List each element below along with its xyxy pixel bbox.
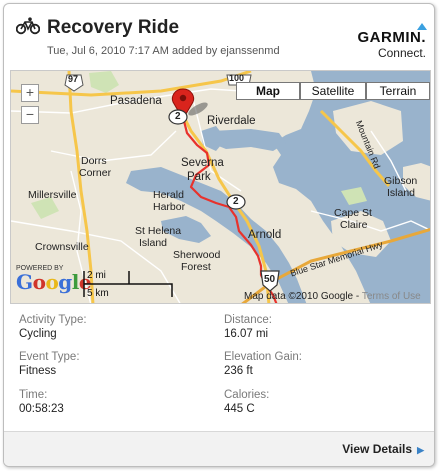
place-pasadena: Pasadena [110, 95, 162, 107]
activity-title[interactable]: Recovery Ride [47, 17, 179, 39]
stat-value: 445 C [224, 403, 255, 415]
activity-subtitle: Tue, Jul 6, 2010 7:17 AM added by ejanss… [47, 45, 280, 57]
garmin-word: GARMIN. [357, 29, 426, 46]
map-type-map-button[interactable]: Map [236, 82, 300, 100]
place-harbor: Harbor [153, 201, 186, 213]
stat-label: Distance: [224, 314, 272, 326]
place-crownsville: Crownsville [35, 241, 89, 253]
place-sherwood: Sherwood [173, 249, 221, 261]
map-attribution: Map data ©2010 Google - Terms of Use [244, 291, 421, 302]
route-map[interactable]: 100 97 2 2 50 Pasadena Riverdale Severna… [10, 70, 431, 304]
stat-activity-type: Activity Type: Cycling [19, 314, 87, 340]
google-word: Google [16, 270, 92, 294]
bicycle-icon [16, 17, 40, 35]
stat-label: Activity Type: [19, 314, 87, 326]
google-logo[interactable]: POWERED BY Google [16, 265, 92, 294]
arrow-right-icon: ▶ [417, 445, 424, 455]
place-herald: Herald [153, 189, 184, 201]
garmin-triangle-icon [417, 23, 427, 30]
map-type-satellite-button[interactable]: Satellite [300, 82, 366, 100]
route-97-label: 97 [68, 74, 79, 84]
place-st-helena: St Helena [135, 225, 182, 237]
place-millersville: Millersville [28, 189, 77, 201]
place-claire: Claire [340, 219, 368, 231]
stat-value: 16.07 mi [224, 328, 269, 340]
activity-card: Recovery Ride Tue, Jul 6, 2010 7:17 AM a… [3, 3, 435, 467]
terms-of-use-link[interactable]: Terms of Use [362, 291, 421, 302]
place-park: Park [187, 171, 211, 183]
route-50-label: 50 [264, 274, 276, 285]
stat-elevation-gain: Elevation Gain: 236 ft [224, 351, 302, 377]
stat-value: Cycling [19, 328, 57, 340]
connect-word: Connect. [377, 46, 426, 60]
zoom-out-button[interactable]: − [21, 106, 39, 124]
stat-value: 236 ft [224, 365, 253, 377]
stat-label: Time: [19, 389, 48, 401]
zoom-controls: + − [21, 84, 39, 128]
view-details-label: View Details [342, 442, 413, 456]
card-footer: View Details ▶ [4, 431, 434, 466]
place-cape-st: Cape St [334, 207, 372, 219]
place-riverdale: Riverdale [207, 115, 256, 127]
place-arnold: Arnold [248, 229, 282, 241]
stat-label: Event Type: [19, 351, 80, 363]
garmin-connect-logo[interactable]: GARMIN. Connect. [357, 23, 427, 60]
map-type-switcher: Map Satellite Terrain [236, 82, 430, 100]
stat-event-type: Event Type: Fitness [19, 351, 80, 377]
place-forest: Forest [181, 261, 211, 273]
map-data-text: Map data ©2010 Google - [244, 291, 360, 302]
place-gibson-island: Island [387, 187, 416, 199]
stat-time: Time: 00:58:23 [19, 389, 64, 415]
scale-miles-label: 2 mi [87, 270, 106, 281]
place-gibson: Gibson [384, 175, 418, 187]
map-type-terrain-button[interactable]: Terrain [366, 82, 430, 100]
stat-label: Elevation Gain: [224, 351, 302, 363]
stat-calories: Calories: 445 C [224, 389, 269, 415]
place-corner: Corner [79, 167, 112, 179]
map-scale-bar: 2 mi 5 km [83, 269, 173, 299]
scale-km-label: 5 km [87, 288, 109, 299]
view-details-link[interactable]: View Details ▶ [342, 442, 424, 456]
stat-distance: Distance: 16.07 mi [224, 314, 272, 340]
stat-value: 00:58:23 [19, 403, 64, 415]
zoom-in-button[interactable]: + [21, 84, 39, 102]
card-header: Recovery Ride Tue, Jul 6, 2010 7:17 AM a… [4, 4, 434, 70]
place-island: Island [139, 237, 168, 249]
route-2-label: 2 [233, 196, 239, 207]
place-dorrs: Dorrs [81, 155, 107, 167]
route-2-label: 2 [175, 111, 181, 122]
place-severna: Severna [181, 157, 224, 169]
stat-value: Fitness [19, 365, 57, 377]
stat-label: Calories: [224, 389, 270, 401]
